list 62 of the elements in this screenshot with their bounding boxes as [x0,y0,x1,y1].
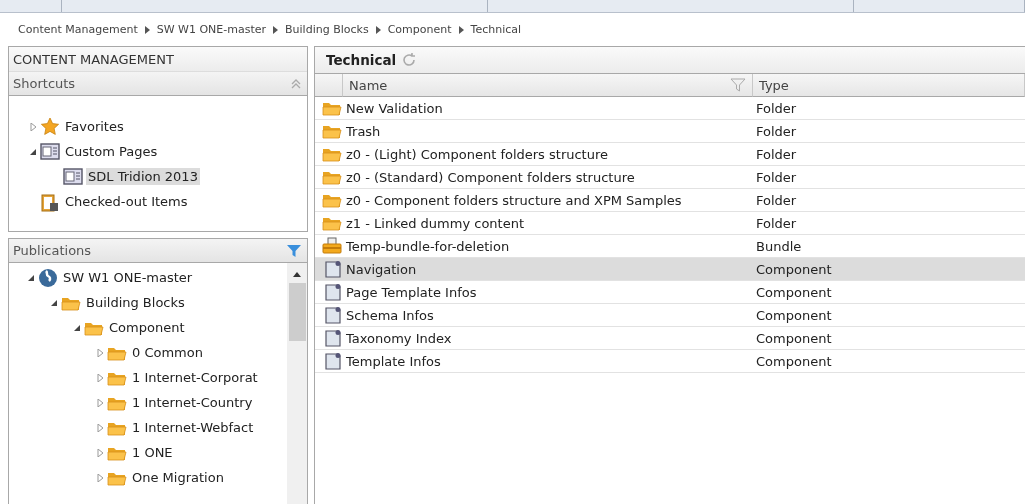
folder-icon [322,100,342,116]
star-icon [40,117,60,136]
collapse-arrow-icon[interactable] [50,298,58,307]
filter-icon[interactable] [287,244,301,257]
expand-arrow-icon[interactable] [96,373,104,382]
separator-arrow-icon [375,25,381,34]
section-title: Shortcuts [13,76,76,91]
tree-item[interactable]: 1 Internet-Corporat [130,369,260,386]
clipboard-icon [40,191,60,212]
collapse-arrow-icon[interactable] [73,323,81,332]
collapse-arrow-icon[interactable] [29,147,37,156]
filter-icon[interactable] [730,78,746,92]
panel-title: CONTENT MANAGEMENT [9,47,307,72]
breadcrumb-link[interactable]: SW W1 ONE-master [156,23,267,36]
expand-arrow-icon[interactable] [96,448,104,457]
collapse-arrow-icon[interactable] [27,273,35,282]
tree-item[interactable]: 1 Internet-Webfact [130,419,256,436]
expand-arrow-icon[interactable] [96,398,104,407]
tree-item[interactable]: Custom Pages [63,143,160,160]
section-header[interactable]: Publications [9,239,307,263]
scrollbar[interactable] [287,263,307,504]
folder-icon [322,146,342,162]
breadcrumb-link[interactable]: Content Management [18,23,138,36]
breadcrumb-link[interactable]: Technical [470,23,522,36]
tree-item[interactable]: Checked-out Items [63,193,190,210]
tree-item[interactable]: Favorites [63,118,126,135]
tree-item[interactable]: 1 ONE [130,444,175,461]
expand-arrow-icon[interactable] [96,423,104,432]
scroll-up-icon[interactable] [293,272,301,277]
tree-item[interactable]: Building Blocks [84,294,187,311]
type-cell: Component [753,258,1025,281]
page-icon [40,143,60,160]
expand-arrow-icon[interactable] [96,348,104,357]
tree-item[interactable]: SW W1 ONE-master [61,269,195,286]
name-cell[interactable]: Navigation [343,258,753,281]
page-icon [63,168,83,185]
column-header[interactable]: Type [753,74,1025,97]
section-header[interactable]: Shortcuts [9,72,307,96]
tree-item[interactable]: Component [107,319,187,336]
section-title: Publications [13,243,92,258]
folder-icon [322,169,342,185]
expand-arrow-icon[interactable] [29,122,37,131]
tree-item[interactable]: SDL Tridion 2013 [86,168,200,185]
scroll-thumb[interactable] [288,283,306,341]
expand-arrow-icon[interactable] [96,473,104,482]
breadcrumb-link[interactable]: Building Blocks [285,23,369,36]
breadcrumb-link[interactable]: Component [387,23,452,36]
separator-arrow-icon [273,25,279,34]
header-cell [315,74,343,97]
folder-icon [322,123,342,139]
separator-arrow-icon [144,25,150,34]
tree-item[interactable]: 0 Common [130,344,205,361]
folder-title: Technical [326,52,397,68]
tree-item[interactable]: 1 Internet-Country [130,394,255,411]
folder-icon [322,192,342,208]
separator-arrow-icon [458,25,464,34]
collapse-chevron-icon[interactable] [291,78,301,89]
refresh-icon[interactable] [401,52,418,68]
column-header[interactable]: Name [343,74,753,97]
tree-item[interactable]: One Migration [130,469,226,486]
folder-icon [322,215,342,231]
globe-icon [38,267,58,288]
